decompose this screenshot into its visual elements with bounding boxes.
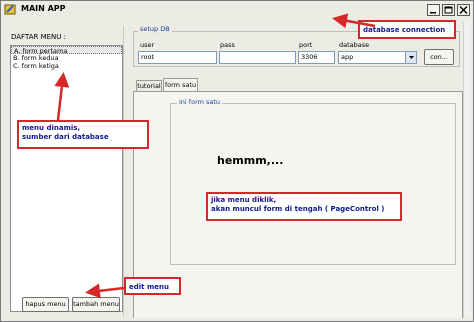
database-select-value: app [341, 53, 354, 61]
annotation-edit-menu: edit menu [124, 277, 181, 295]
menu-item-form-ketiga[interactable]: C. form ketiga [11, 62, 122, 70]
title-bar[interactable]: MAIN APP [1, 1, 473, 19]
form-message: hemmm,... [217, 154, 284, 167]
tab-form-satu[interactable]: form satu [163, 78, 198, 91]
form-satu-group [170, 103, 456, 265]
annotation-database-connection: database connection [358, 20, 456, 39]
annotation-form-line-1: jika menu diklik, [211, 196, 277, 204]
port-label: port [299, 41, 313, 49]
menu-list[interactable]: A. form pertama B. form kedua C. form ke… [10, 45, 123, 312]
minimize-icon [430, 12, 436, 14]
menu-item-form-kedua[interactable]: B. form kedua [11, 54, 122, 62]
maximize-icon [444, 6, 453, 14]
user-input[interactable]: root [138, 51, 217, 64]
vertical-scrollbar[interactable] [463, 22, 471, 318]
user-label: user [140, 41, 155, 49]
menu-label: DAFTAR MENU : [11, 33, 66, 41]
connect-button[interactable]: con... [424, 49, 454, 65]
maximize-button[interactable] [442, 4, 455, 16]
annotation-menu-dinamis: menu dinamis, sumber dari database [17, 120, 149, 149]
close-icon [459, 6, 468, 14]
window-title: MAIN APP [21, 4, 66, 13]
chevron-down-icon[interactable] [405, 52, 416, 63]
close-button[interactable] [457, 4, 470, 16]
annotation-menu-line-1: menu dinamis, [22, 124, 81, 132]
pass-input[interactable] [219, 51, 296, 64]
app-icon [4, 4, 16, 15]
tambah-menu-button[interactable]: tambah menu [72, 297, 120, 312]
tab-tutorial[interactable]: tutorial [136, 80, 162, 91]
annotation-menu-line-2: sumber dari database [22, 133, 109, 141]
menu-item-form-pertama[interactable]: A. form pertama [11, 46, 122, 55]
hapus-menu-button[interactable]: hapus menu [22, 297, 69, 312]
pass-label: pass [220, 41, 235, 49]
setup-db-legend: setup DB [138, 25, 172, 33]
form-satu-legend: ini form satu [177, 98, 223, 106]
minimize-button[interactable] [427, 4, 440, 16]
database-label: database [339, 41, 370, 49]
page-control-bottom [133, 270, 463, 318]
left-panel: DAFTAR MENU : A. form pertama B. form ke… [3, 26, 124, 317]
port-input[interactable]: 3306 [298, 51, 335, 64]
database-select[interactable]: app [338, 51, 417, 64]
annotation-form-note: jika menu diklik, akan muncul form di te… [206, 192, 402, 221]
annotation-form-line-2: akan muncul form di tengah ( PageControl… [211, 205, 385, 213]
